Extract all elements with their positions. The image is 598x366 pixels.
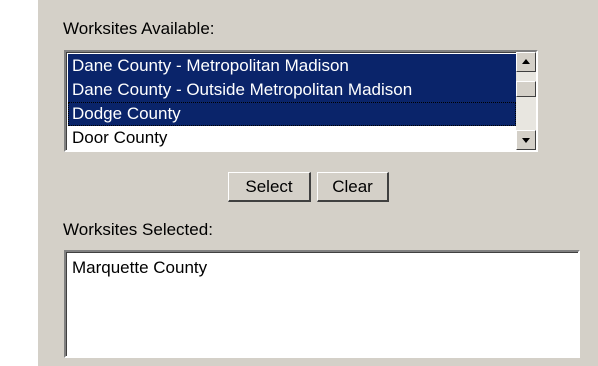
scrollbar-thumb[interactable] [516, 81, 536, 97]
arrow-up-icon [522, 59, 530, 64]
arrow-down-icon [522, 138, 530, 143]
clear-button[interactable]: Clear [317, 172, 389, 202]
list-item[interactable]: Door County [68, 126, 516, 150]
list-item[interactable]: Dodge County [68, 102, 516, 126]
listbox-scrollbar[interactable] [516, 52, 536, 150]
scroll-down-button[interactable] [516, 130, 536, 150]
select-button[interactable]: Select [228, 172, 311, 202]
list-item[interactable]: Dane County - Outside Metropolitan Madis… [68, 78, 516, 102]
scroll-up-button[interactable] [516, 52, 536, 72]
worksites-selected-field[interactable]: Marquette County [64, 250, 580, 358]
worksites-selected-label: Worksites Selected: [63, 220, 213, 239]
list-item[interactable]: Dane County - Metropolitan Madison [68, 54, 516, 78]
worksites-available-listbox[interactable]: Dane County - Metropolitan Madison Dane … [64, 50, 538, 152]
worksites-available-label: Worksites Available: [63, 19, 215, 38]
